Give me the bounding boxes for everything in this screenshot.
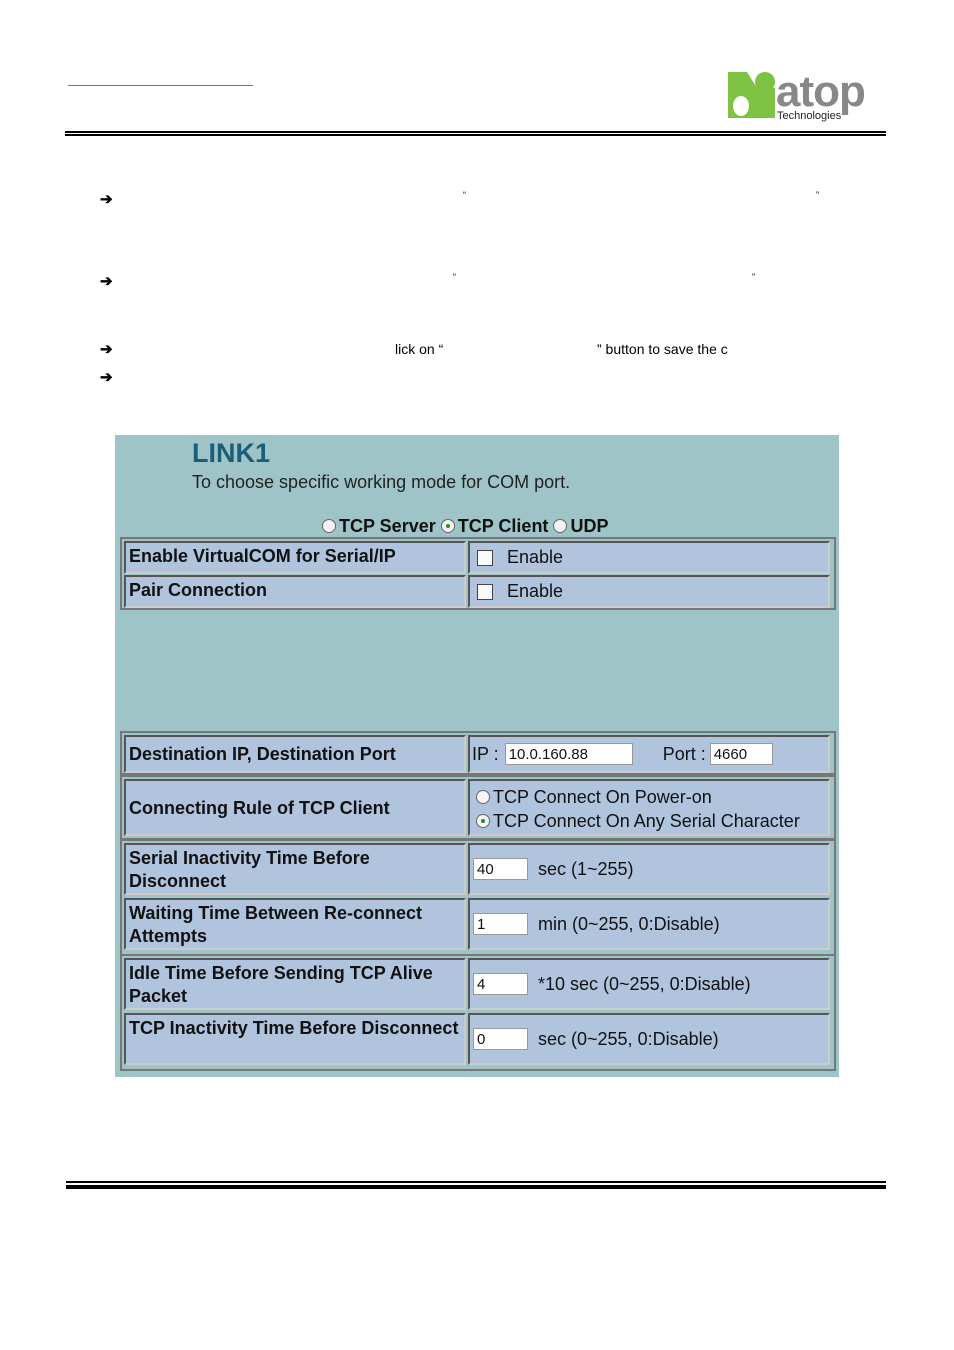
destination-value: IP : 10.0.160.88 Port : 4660 [468,735,830,773]
atop-logo: atop Technologies [728,68,866,122]
radio-label: UDP [570,516,609,536]
header-underline [68,85,253,86]
serial-inactivity-label: Serial Inactivity Time Before Disconnect [124,843,466,895]
mode-radio-group: TCP Server TCP Client UDP [322,516,608,537]
document-page: atop Technologies ➔ “ ” ➔ “ ” ➔ lick on … [0,0,954,1350]
open-quote: “ [453,272,456,282]
tcp-inactivity-label: TCP Inactivity Time Before Disconnect [124,1013,466,1065]
arrow-right-icon: ➔ [100,273,113,290]
radio-tcp-server[interactable] [322,519,336,533]
radio-tcp-client[interactable] [440,519,455,533]
idle-time-value: 4 *10 sec (0~255, 0:Disable) [468,958,830,1010]
link1-settings-screenshot: LINK1 To choose specific working mode fo… [115,435,839,1077]
unit-label: sec (1~255) [538,858,634,879]
radio-connect-any-char[interactable] [476,814,490,828]
arrow-right-icon: ➔ [100,191,113,208]
radio-connect-power-on[interactable] [476,790,490,804]
idle-time-input[interactable]: 4 [473,973,528,995]
connecting-rule-label: Connecting Rule of TCP Client [124,779,466,836]
virtualcom-label: Enable VirtualCOM for Serial/IP [124,541,466,574]
header-rule [65,131,886,133]
pair-connection-value: Enable [468,575,830,608]
bullet-text: lick on “ [395,341,444,357]
radio-label: TCP Connect On Any Serial Character [493,811,800,831]
pair-connection-label: Pair Connection [124,575,466,608]
close-quote: ” [816,190,819,200]
waiting-time-label: Waiting Time Between Re-connect Attempts [124,898,466,950]
waiting-time-input[interactable]: 1 [473,913,528,935]
radio-udp[interactable] [553,519,568,533]
tcp-inactivity-input[interactable]: 0 [473,1028,528,1050]
svg-text:atop: atop [776,68,865,116]
unit-label: min (0~255, 0:Disable) [538,913,720,934]
virtualcom-checkbox[interactable] [477,549,493,566]
ip-input[interactable]: 10.0.160.88 [504,743,633,765]
port-label: Port : [662,743,706,764]
page-subtitle: To choose specific working mode for COM … [192,472,571,492]
footer-rule [66,1181,886,1183]
unit-label: *10 sec (0~255, 0:Disable) [538,973,751,994]
radio-label: TCP Connect On Power-on [493,787,712,807]
arrow-right-icon: ➔ [100,341,113,358]
checkbox-label: Enable [507,547,564,567]
destination-label: Destination IP, Destination Port [124,735,466,773]
waiting-time-value: 1 min (0~255, 0:Disable) [468,898,830,950]
close-quote: ” [752,272,755,282]
virtualcom-value: Enable [468,541,830,574]
pair-connection-checkbox[interactable] [477,583,493,600]
arrow-right-icon: ➔ [100,369,113,386]
serial-inactivity-value: 40 sec (1~255) [468,843,830,895]
bullet-text: ” button to save the c [597,341,728,357]
header-rule [65,134,886,136]
checkbox-label: Enable [507,581,564,601]
port-input[interactable]: 4660 [709,743,773,765]
svg-text:Technologies: Technologies [777,110,842,122]
page-title: LINK1 [192,438,271,468]
radio-label: TCP Server [339,516,436,536]
open-quote: “ [463,190,466,200]
tcp-inactivity-value: 0 sec (0~255, 0:Disable) [468,1013,830,1065]
footer-rule [66,1185,886,1189]
radio-label: TCP Client [457,516,549,536]
idle-time-label: Idle Time Before Sending TCP Alive Packe… [124,958,466,1010]
ip-label: IP : [472,743,499,764]
serial-inactivity-input[interactable]: 40 [473,858,528,880]
connecting-rule-value: TCP Connect On Power-on TCP Connect On A… [468,779,830,836]
unit-label: sec (0~255, 0:Disable) [538,1028,719,1049]
